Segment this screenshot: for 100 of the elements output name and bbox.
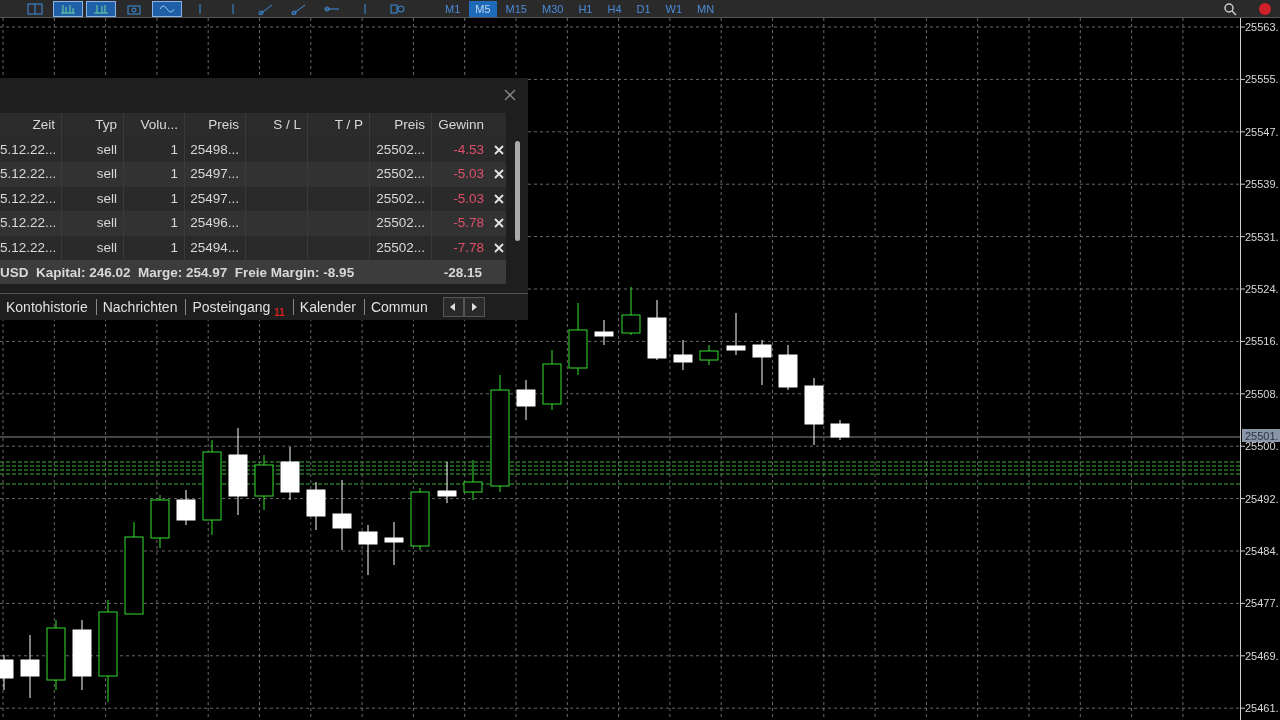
candlestick (726, 312, 746, 356)
shapes-icon (390, 2, 406, 15)
column-header[interactable]: Typ (62, 113, 124, 138)
candlestick (463, 459, 483, 501)
column-header[interactable]: T / P (308, 113, 370, 138)
layout-icon (27, 2, 43, 15)
price-label: 25492. (1245, 492, 1279, 505)
tab[interactable]: Nachrichten (96, 299, 187, 315)
timeframe-button[interactable]: H4 (601, 0, 628, 17)
scroll-right-button[interactable] (463, 297, 485, 317)
record-icon[interactable] (1258, 1, 1272, 16)
price-label: 25516. (1245, 335, 1279, 348)
price-label: 25539. (1245, 178, 1279, 191)
close-icon[interactable] (504, 89, 516, 101)
trend-icon (291, 2, 307, 15)
table-cell-text: -5.03 (452, 165, 485, 183)
candlestick (358, 524, 378, 576)
toolbar-button[interactable] (53, 0, 83, 17)
price-label: 25524. (1245, 283, 1279, 295)
column-header[interactable]: Gewinn (432, 113, 490, 138)
candlestick (647, 299, 667, 361)
table-cell: 1 (124, 162, 185, 187)
tab[interactable]: Kontohistorie (0, 299, 97, 315)
account-summary: USD Kapital: 246.02 Marge: 254.97 Freie Margin: -8.95 (0, 264, 356, 280)
candlestick (673, 339, 693, 371)
candlestick (410, 487, 430, 551)
table-cell: 25502... (370, 211, 432, 236)
toolbar-button[interactable] (152, 0, 182, 17)
table-cell: 25497... (185, 162, 246, 187)
timeframe-button[interactable]: M1 (439, 0, 467, 17)
tab[interactable]: Kalender (293, 299, 365, 315)
candlestick (150, 494, 170, 549)
candlestick (46, 619, 66, 691)
timeframe-button[interactable]: M15 (499, 0, 533, 17)
timeframe-button[interactable]: MN (691, 0, 721, 17)
toolbar-button[interactable] (86, 0, 116, 17)
candlestick (384, 521, 404, 566)
candlestick (830, 419, 850, 441)
table-cell-text: -5.78 (452, 214, 485, 232)
search-icon[interactable] (1223, 1, 1237, 16)
table-cell-text: -5.03 (452, 189, 485, 208)
vline-icon (232, 2, 234, 15)
timeframe-button[interactable]: D1 (630, 0, 657, 17)
candlestick (621, 286, 641, 336)
camera-icon (126, 2, 142, 15)
candlestick (437, 461, 457, 504)
candlestick (20, 634, 40, 699)
candlestick (280, 446, 300, 501)
candlestick (332, 479, 352, 551)
total-profit: -28.15 (442, 264, 482, 280)
column-header[interactable]: S / L (246, 113, 308, 138)
vline-icon (364, 2, 366, 15)
candlestick (594, 319, 614, 346)
table-cell-text: -4.53 (452, 140, 485, 159)
table-cell: sell (62, 211, 124, 236)
table-cell: 1 (124, 211, 185, 236)
candlestick (804, 377, 824, 446)
vline-icon (199, 2, 201, 15)
candlestick (72, 619, 92, 691)
tab[interactable]: Commun (364, 299, 443, 315)
candlestick (699, 344, 719, 366)
table-cell: 25496... (185, 211, 246, 236)
candlestick (254, 454, 274, 511)
wave-icon (159, 2, 175, 15)
table-cell: 25502... (370, 162, 432, 187)
candlestick (176, 489, 196, 526)
candlestick (516, 379, 536, 421)
price-label: 25508. (1245, 387, 1279, 400)
trend-icon (258, 2, 274, 15)
price-label: 25477. (1245, 597, 1279, 610)
table-cell-text: -7.78 (452, 238, 485, 257)
unread-count: 11 (274, 307, 285, 318)
price-label: 25555. (1245, 73, 1279, 86)
column-header[interactable]: Volu... (124, 113, 185, 138)
table-cell: 5.12.22... (0, 162, 62, 187)
price-label: 25461. (1245, 702, 1279, 715)
current-price-label: 25501. (1242, 429, 1280, 442)
price-label: 25547. (1245, 125, 1279, 138)
timeframe-button[interactable]: H1 (572, 0, 599, 17)
scroll-left-button[interactable] (442, 297, 464, 317)
timeframe-button[interactable]: M5 (469, 0, 497, 17)
bars-icon (60, 2, 76, 15)
candlestick (778, 344, 798, 391)
price-label: 25531. (1245, 230, 1279, 243)
table-cell: 5.12.22... (0, 211, 62, 236)
candlestick (306, 481, 326, 531)
table-cell: sell (62, 162, 124, 187)
timeframe-button[interactable]: W1 (659, 0, 689, 17)
column-header[interactable]: Preis (185, 113, 246, 138)
price-label: 25469. (1245, 649, 1279, 662)
left-arrow-icon (450, 303, 457, 311)
right-arrow-icon (471, 303, 478, 311)
timeframe-button[interactable]: M30 (535, 0, 570, 17)
column-header[interactable]: Zeit (0, 113, 62, 138)
candles-icon (93, 2, 109, 15)
column-header[interactable]: Preis (370, 113, 432, 138)
price-label: 25484. (1245, 545, 1279, 557)
price-label: 25500. (1245, 440, 1279, 453)
price-label: 25563. (1245, 21, 1279, 33)
candlestick (752, 339, 772, 386)
